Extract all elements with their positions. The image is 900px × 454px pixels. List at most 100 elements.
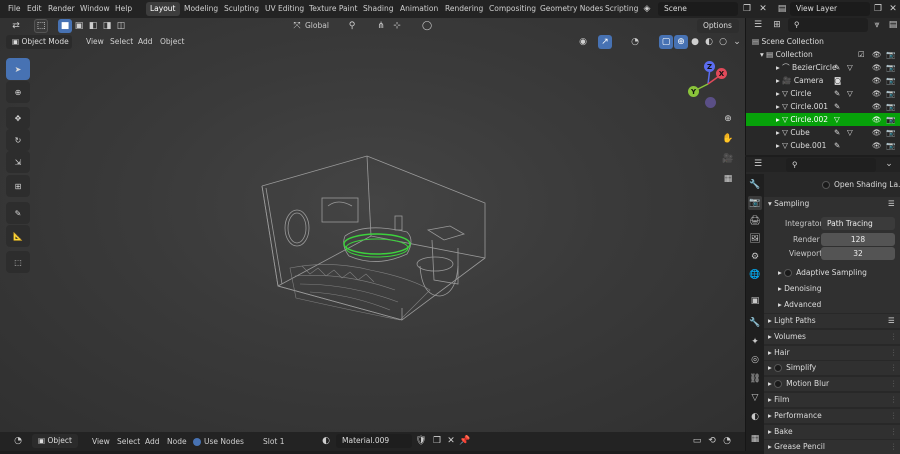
mode-dropdown[interactable]: ▣ Object Mode — [6, 35, 72, 49]
overlay-node-icon[interactable]: ◔ — [720, 434, 734, 448]
scale-tool-icon[interactable]: ⇲ — [6, 151, 30, 173]
overlays-icon[interactable]: ◔ — [628, 35, 642, 49]
menu-help[interactable]: Help — [115, 0, 132, 18]
select-tool-icon[interactable]: ➤ — [6, 58, 30, 80]
menu-file[interactable]: File — [8, 0, 21, 18]
fake-user-icon[interactable]: 🛡 — [414, 434, 428, 448]
eye-icon[interactable]: 👁 — [872, 113, 882, 126]
constraints-tab-icon[interactable]: ⛓ — [748, 372, 762, 386]
drag-handle-icon[interactable]: ⋮⋮ — [890, 425, 900, 439]
zoom-icon[interactable]: ⊕ — [721, 112, 735, 126]
gizmo-toggle-icon[interactable]: ↗ — [598, 35, 612, 49]
panel-bake[interactable]: ▸ Bake⋮⋮ — [764, 424, 900, 439]
viewport-menu-select[interactable]: Select — [110, 33, 133, 51]
editor-type-icon[interactable]: ◔ — [8, 434, 28, 448]
transform-tool-icon[interactable]: ⊞ — [6, 175, 30, 197]
open-shading-row[interactable]: Open Shading La... — [764, 178, 900, 192]
node-menu-select[interactable]: Select — [117, 432, 140, 451]
panel-simplify[interactable]: ▸ Simplify⋮⋮ — [764, 361, 900, 376]
panel-grease-pencil[interactable]: ▸ Grease Pencil⋮⋮ — [764, 440, 900, 454]
options-dropdown[interactable]: Options — [697, 19, 739, 33]
menu-edit[interactable]: Edit — [27, 0, 42, 18]
panel-hair[interactable]: ▸ Hair⋮⋮ — [764, 345, 900, 360]
drag-handle-icon[interactable]: ⋮⋮ — [890, 377, 900, 391]
mode-invert-icon[interactable]: ◨ — [100, 19, 114, 33]
rendered-shading-icon[interactable]: ○ — [716, 35, 730, 49]
camera-render-icon[interactable]: 📷 — [886, 126, 895, 139]
delete-material-icon[interactable]: ✕ — [444, 434, 458, 448]
filter-icon[interactable]: ⩔ — [870, 18, 884, 32]
material-shading-icon[interactable]: ◐ — [702, 35, 716, 49]
eye-icon[interactable]: 👁 — [872, 100, 882, 113]
visibility-icon[interactable]: ◉ — [576, 35, 590, 49]
chevron-down-icon[interactable]: ⌄ — [882, 157, 896, 171]
snap-icon[interactable]: ⋔ — [374, 19, 388, 33]
presets-icon[interactable]: ☰ — [888, 197, 895, 211]
data-tab-icon[interactable]: ▽ — [748, 391, 762, 405]
checkbox-icon[interactable]: ☑ — [858, 48, 865, 61]
tab-animation[interactable]: Animation — [396, 2, 442, 16]
camera-render-icon[interactable]: 📷 — [886, 100, 895, 113]
camera-render-icon[interactable]: 📷 — [886, 139, 895, 152]
camera-render-icon[interactable]: 📷 — [886, 113, 895, 126]
outliner-item[interactable]: ▸ ▽ Circle.002 ▽ 👁 📷 — [746, 113, 900, 126]
3d-viewport[interactable]: ⇄ ⬚ ■ ▣ ◧ ◨ ◫ ⤧ Global ⚲ ⋔ ⊹ ◯ Options ▣… — [0, 18, 745, 432]
outliner-item[interactable]: ▸ ▽ Circle ✎ ▽ 👁 📷 — [746, 87, 900, 100]
drag-handle-icon[interactable]: ⋮⋮ — [890, 361, 900, 375]
properties-search-input[interactable]: ⚲ — [786, 158, 876, 172]
use-nodes-toggle[interactable]: Use Nodes — [193, 432, 244, 451]
mode-subtract-icon[interactable]: ◧ — [86, 19, 100, 33]
outliner-item[interactable]: ▸ ▽ Cube ✎ ▽ 👁 📷 — [746, 126, 900, 139]
move-tool-icon[interactable]: ✥ — [6, 107, 30, 129]
tab-layout[interactable]: Layout — [146, 2, 180, 16]
wireframe-shading-icon[interactable]: ⊕ — [674, 35, 688, 49]
tab-texture-paint[interactable]: Texture Paint — [305, 2, 361, 16]
gizmo-z-axis[interactable]: Z — [704, 61, 715, 72]
physics-tab-icon[interactable]: ◎ — [748, 353, 762, 367]
tab-scripting[interactable]: Scripting — [601, 2, 642, 16]
tab-uv-editing[interactable]: UV Editing — [261, 2, 308, 16]
mode-extend-icon[interactable]: ▣ — [72, 19, 86, 33]
editor-type-icon[interactable]: ☰ — [751, 18, 765, 32]
camera-render-icon[interactable]: 📷 — [886, 87, 895, 100]
panel-performance[interactable]: ▸ Performance⋮⋮ — [764, 408, 900, 423]
pan-hand-icon[interactable]: ✋ — [721, 132, 735, 146]
outliner-item[interactable]: ▸ ⌒ BezierCircle ✎ ▽ 👁 📷 — [746, 61, 900, 74]
perspective-grid-icon[interactable]: ▦ — [721, 172, 735, 186]
scene-tab-icon[interactable]: ⚙ — [748, 250, 762, 264]
camera-render-icon[interactable]: 📷 — [886, 74, 895, 87]
add-cube-tool-icon[interactable]: ⬚ — [6, 251, 30, 273]
menu-window[interactable]: Window — [80, 0, 110, 18]
camera-view-icon[interactable]: 🎥 — [721, 152, 735, 166]
cursor-tool-icon[interactable]: ⊕ — [6, 81, 30, 103]
node-menu-view[interactable]: View — [92, 432, 110, 451]
gizmo-x-axis[interactable]: X — [716, 68, 727, 79]
drag-handle-icon[interactable]: ⋮⋮ — [890, 440, 900, 454]
node-menu-add[interactable]: Add — [145, 432, 160, 451]
particles-tab-icon[interactable]: ✦ — [748, 335, 762, 349]
rotate-tool-icon[interactable]: ↻ — [6, 129, 30, 151]
xray-icon[interactable]: ▢ — [659, 35, 673, 49]
solid-shading-icon[interactable]: ● — [688, 35, 702, 49]
camera-render-icon[interactable]: 📷 — [886, 48, 895, 61]
mode-intersect-icon[interactable]: ◫ — [114, 19, 128, 33]
viewport-menu-add[interactable]: Add — [138, 33, 153, 51]
drag-handle-icon[interactable]: ⋮⋮ — [890, 409, 900, 423]
shader-type-dropdown[interactable]: ▣ Object — [32, 434, 78, 448]
object-tab-icon[interactable]: ▣ — [748, 294, 762, 308]
view-layer-tab-icon[interactable]: 🖼 — [748, 232, 762, 246]
panel-volumes[interactable]: ▸ Volumes⋮⋮ — [764, 329, 900, 344]
tab-compositing[interactable]: Compositing — [485, 2, 540, 16]
navigation-gizmo[interactable]: Z X Y — [686, 60, 730, 108]
drag-handle-icon[interactable]: ⋮⋮ — [890, 346, 900, 360]
tab-sculpting[interactable]: Sculpting — [220, 2, 263, 16]
gizmo-y-axis[interactable]: Y — [688, 86, 699, 97]
annotate-tool-icon[interactable]: ✎ — [6, 202, 30, 224]
copy-scene-icon[interactable]: ❐ — [740, 2, 754, 16]
eye-icon[interactable]: 👁 — [872, 74, 882, 87]
orientation-icon[interactable]: ⤧ — [290, 19, 304, 33]
presets-icon[interactable]: ☰ — [888, 314, 895, 328]
drag-handle-icon[interactable]: ⋮⋮ — [890, 330, 900, 344]
node-menu-node[interactable]: Node — [167, 432, 187, 451]
advanced-row[interactable]: ▸ Advanced — [764, 298, 900, 312]
